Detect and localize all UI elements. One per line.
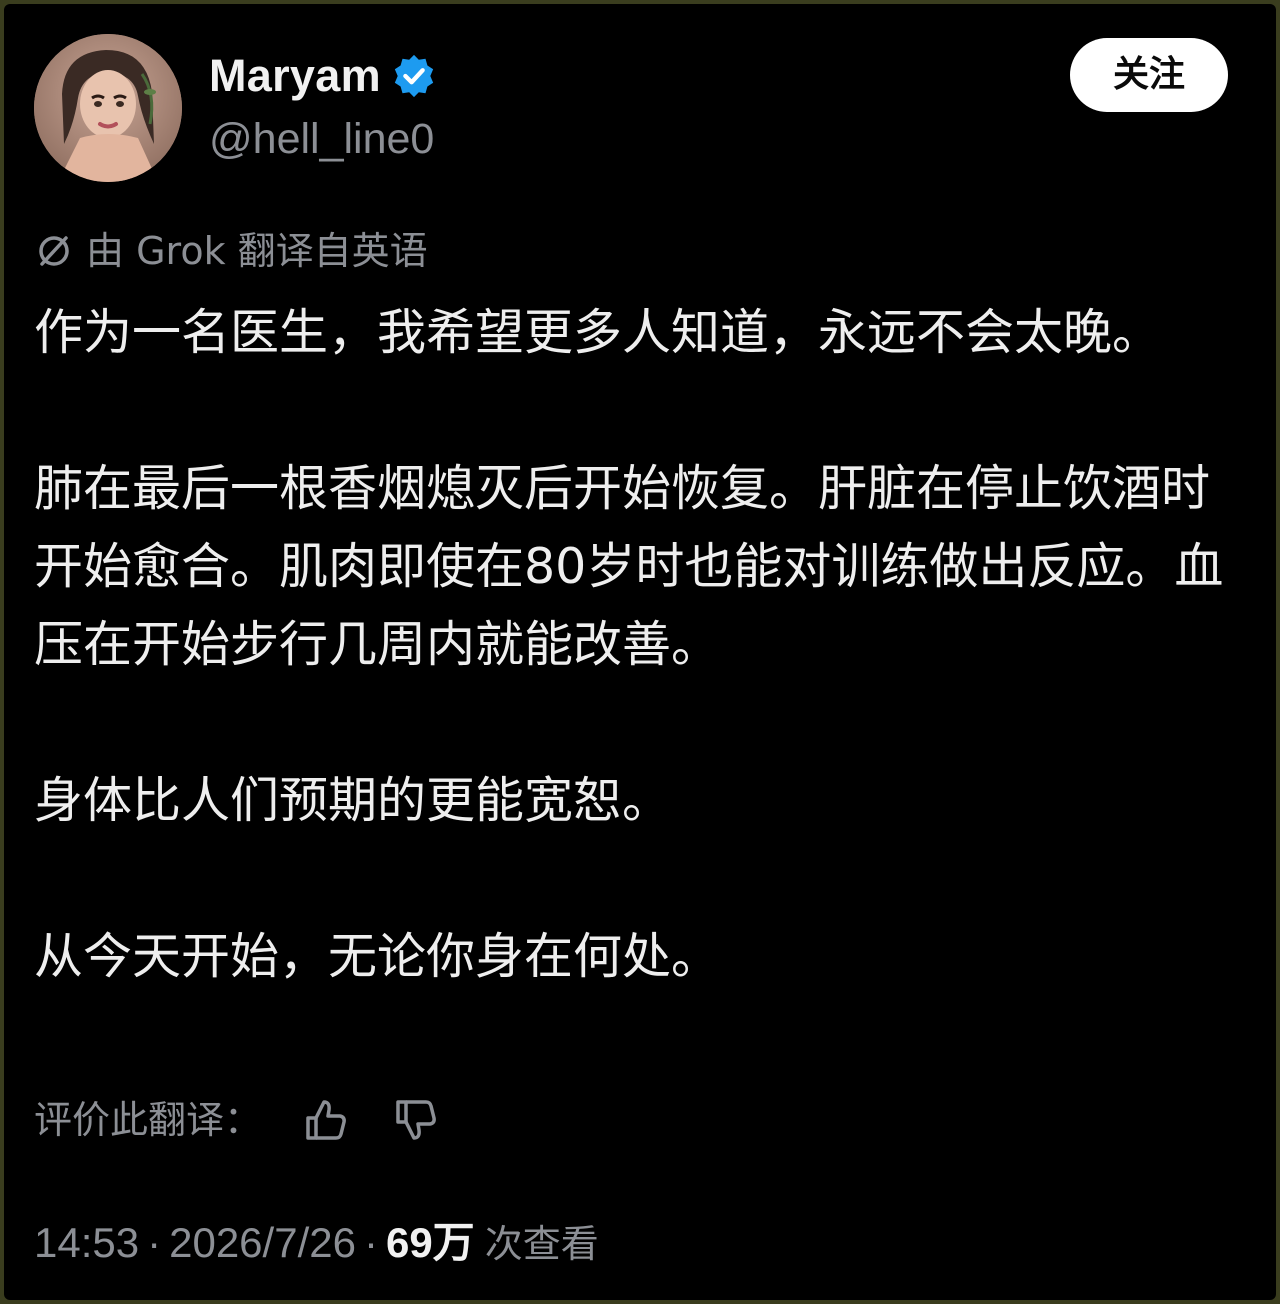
views-label: 次查看 [484,1222,599,1266]
verified-badge-icon [391,53,437,99]
avatar-illustration [34,34,182,182]
post-text: 作为一名医生，我希望更多人知道，永远不会太晚。 肺在最后一根香烟熄灭后开始恢复。… [34,294,1254,996]
avatar[interactable] [34,34,182,182]
post-paragraph: 作为一名医生，我希望更多人知道，永远不会太晚。 [34,304,1162,361]
translation-note-text: 由 Grok 翻译自英语 [86,229,428,273]
views-count[interactable]: 69万 [386,1219,475,1266]
display-name[interactable]: Maryam [209,48,381,104]
rate-translation-row: 评价此翻译： [34,1092,440,1148]
meta-separator: · [147,1219,162,1266]
translation-note: 由 Grok 翻译自英语 [34,226,428,276]
post-time: 14:53 [34,1219,140,1266]
post-meta: 14:53 · 2026/7/26 · 69万 次查看 [34,1212,599,1275]
post-card: Maryam @hell_line0 关注 由 Grok 翻译自英语 作为一名医… [4,4,1276,1300]
post-paragraph: 身体比人们预期的更能宽恕。 [34,772,672,829]
post-paragraph: 肺在最后一根香烟熄灭后开始恢复。肝脏在停止饮酒时开始愈合。肌肉即使在80岁时也能… [34,460,1224,673]
rate-translation-label: 评价此翻译： [34,1098,263,1142]
grok-icon [34,231,74,271]
name-row: Maryam [209,48,437,104]
thumbs-up-icon[interactable] [302,1096,350,1144]
meta-separator: · [363,1219,378,1266]
thumbs-down-icon[interactable] [392,1096,440,1144]
post-paragraph: 从今天开始，无论你身在何处。 [34,928,721,985]
follow-button[interactable]: 关注 [1070,38,1228,112]
user-handle[interactable]: @hell_line0 [209,112,434,166]
post-date: 2026/7/26 [169,1219,356,1266]
